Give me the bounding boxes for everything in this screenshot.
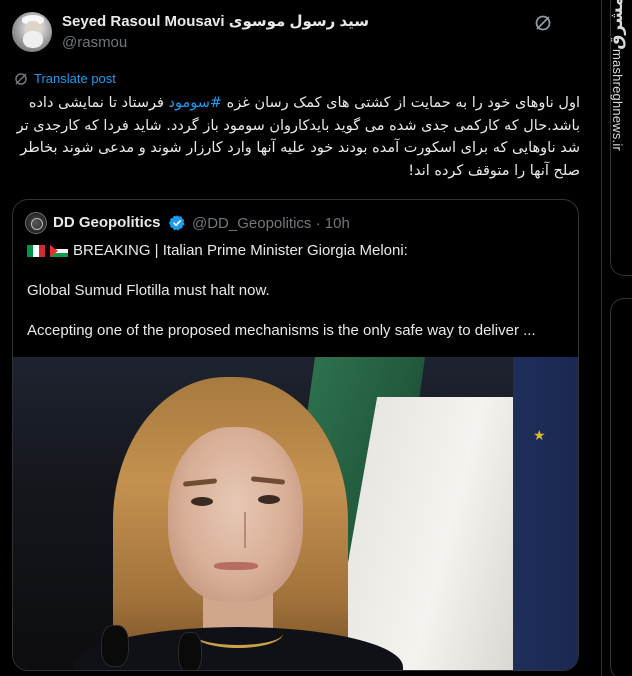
quoted-text-line: BREAKING | Italian Prime Minister Giorgi… [27,242,408,259]
quoted-author-avatar[interactable] [25,212,47,234]
quoted-tweet-photo[interactable]: ★ [13,357,578,670]
tweet-page: مشرق mashreghnews.ir Seyed Rasoul Mousav… [0,0,632,676]
quoted-text-line: Global Sumud Flotilla must halt now. [27,282,270,299]
author-handle[interactable]: @rasmou [62,34,127,51]
tweet-text: اول ناوهای خود را به حمایت از کشتی های ک… [14,92,580,182]
grok-icon[interactable] [534,14,552,32]
translate-icon [15,72,27,85]
hashtag-link[interactable]: #سومود [169,95,223,111]
watermark-logo: مشرق [607,0,627,50]
quoted-text-line: Accepting one of the proposed mechanisms… [27,322,536,339]
quoted-author-name[interactable]: DD Geopolitics [53,214,161,231]
sidebar-panel [610,298,632,676]
translate-post-link[interactable]: Translate post [34,71,116,86]
author-display-name[interactable]: Seyed Rasoul Mousavi سید رسول موسوی [62,12,369,30]
watermark-site: mashreghnews.ir [610,49,625,151]
translate-post-row[interactable]: Translate post [14,71,116,86]
tweet-text-part: اول ناوهای خود را به حمایت از کشتی های ک… [222,95,580,111]
verified-badge-icon [168,215,185,231]
italy-flag-icon [27,244,45,257]
right-sidebar-strip: مشرق mashreghnews.ir [601,0,632,676]
quoted-tweet-card[interactable]: DD Geopolitics @DD_Geopolitics · 10h BRE… [12,199,579,671]
quoted-breaking-text: BREAKING | Italian Prime Minister Giorgi… [73,242,408,259]
quoted-author-handle-time[interactable]: @DD_Geopolitics · 10h [192,215,350,232]
palestine-flag-icon [50,244,68,257]
author-avatar[interactable] [12,12,52,52]
